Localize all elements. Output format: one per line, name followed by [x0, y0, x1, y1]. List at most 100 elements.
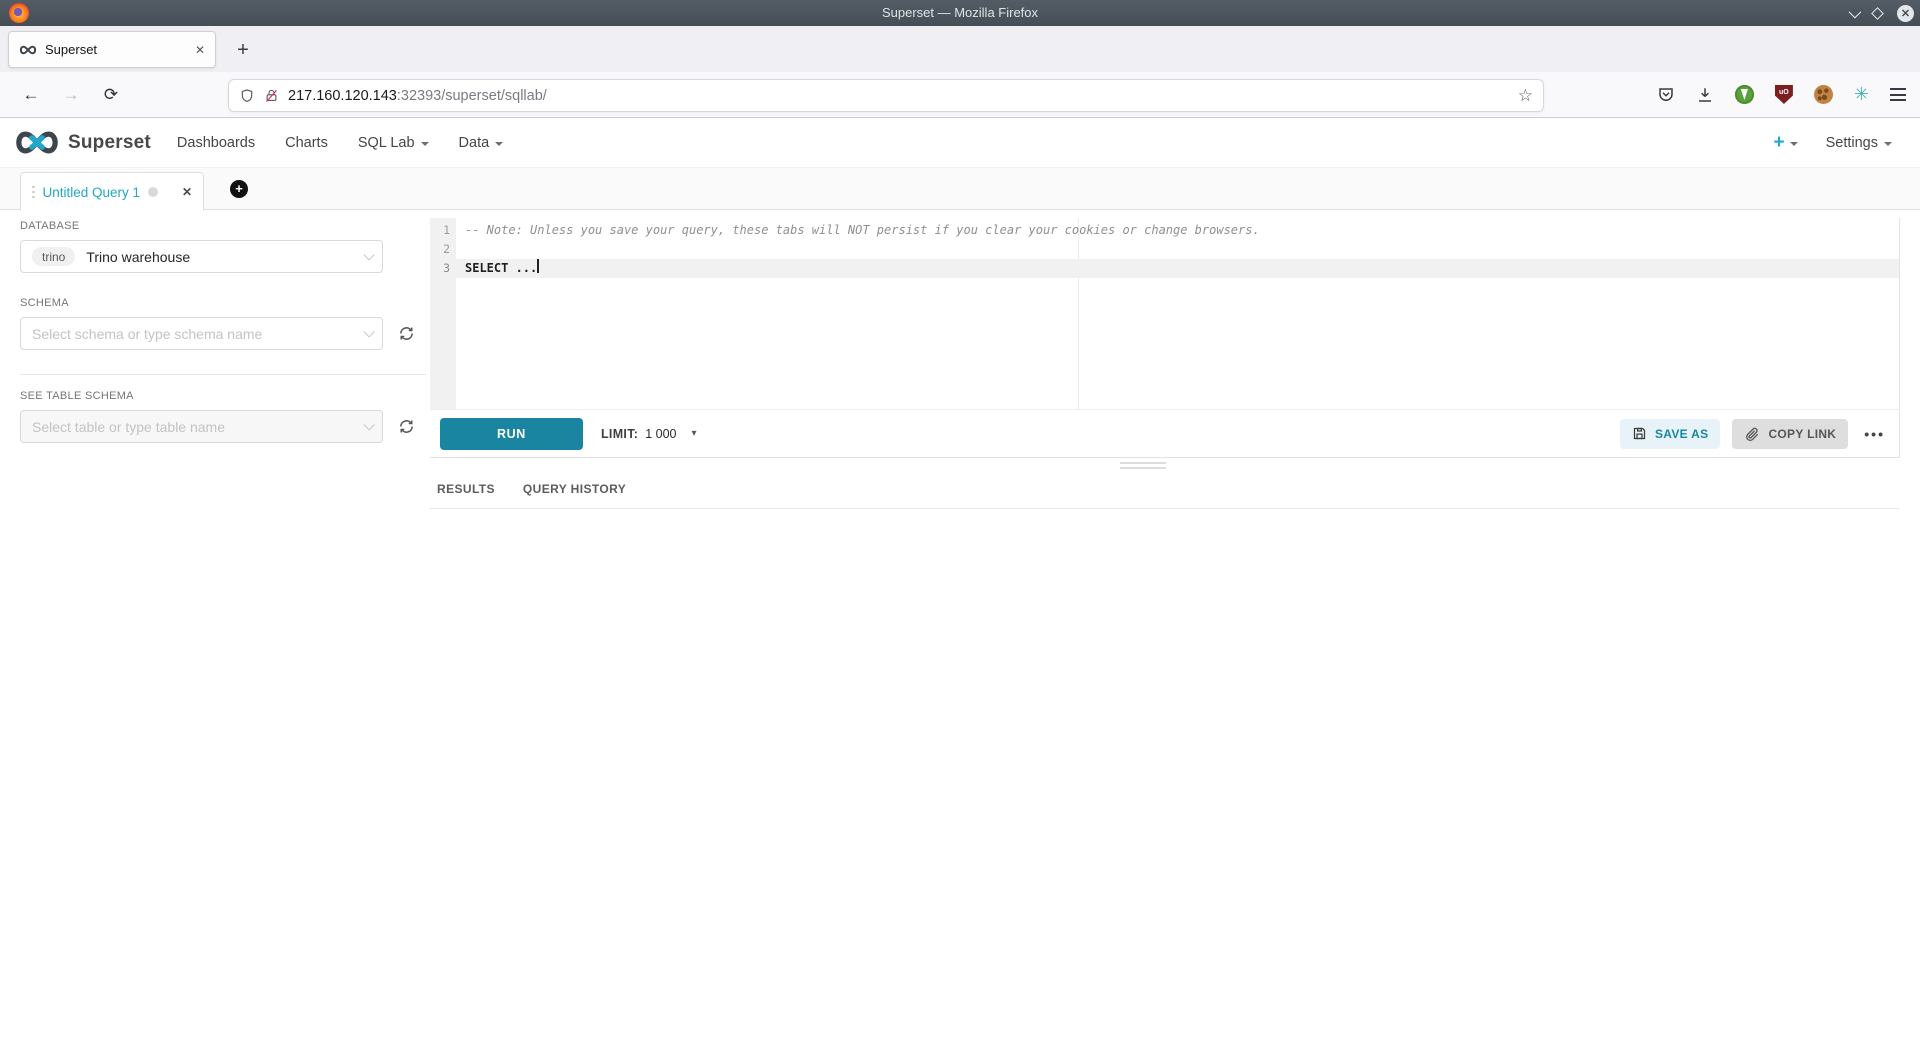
sql-editor-panel: 1 -- Note: Unless you save your query, t… [430, 218, 1900, 458]
editor-toolbar: RUN LIMIT: 1 000 ▾ SAVE AS [430, 409, 1899, 457]
table-placeholder: Select table or type table name [32, 419, 225, 435]
link-icon [1744, 426, 1760, 442]
nav-item-label: Charts [285, 135, 328, 151]
limit-dropdown[interactable]: LIMIT: 1 000 ▾ [601, 427, 697, 441]
database-select[interactable]: trino Trino warehouse [20, 240, 383, 273]
refresh-icon [398, 418, 415, 435]
sql-lab-main: DATABASE trino Trino warehouse SCHEMA Se… [0, 210, 1920, 1042]
asterisk-extension-icon[interactable]: ✳ [1854, 85, 1869, 104]
chevron-down-icon [421, 142, 429, 146]
line-number: 2 [430, 240, 456, 259]
sql-empty-line [456, 240, 465, 259]
chevron-down-icon [1884, 142, 1892, 146]
schema-select[interactable]: Select schema or type schema name [20, 317, 383, 350]
url-host: 217.160.120.143 [288, 88, 397, 104]
cookie-extension-icon[interactable] [1814, 85, 1833, 104]
brand-name: Superset [68, 132, 151, 154]
bookmark-star-icon[interactable]: ☆ [1518, 86, 1533, 106]
new-tab-button[interactable]: + [228, 35, 258, 65]
browser-url-toolbar: ← → ⟳ 217.160.120.143:32393/superset/sql… [0, 72, 1920, 118]
pane-resize-handle[interactable] [1120, 462, 1166, 469]
save-as-button[interactable]: SAVE AS [1620, 419, 1720, 449]
nav-item-dashboards[interactable]: Dashboards [177, 135, 255, 151]
schema-label: SCHEMA [20, 297, 426, 309]
settings-label: Settings [1826, 135, 1878, 151]
nav-item-label: SQL Lab [358, 135, 415, 151]
run-button[interactable]: RUN [440, 418, 583, 450]
line-number: 1 [430, 221, 456, 240]
sql-editor[interactable]: 1 -- Note: Unless you save your query, t… [430, 218, 1899, 409]
close-window-icon[interactable]: ✕ [1897, 5, 1914, 22]
editor-line: 2 [430, 240, 1899, 259]
nav-item-charts[interactable]: Charts [285, 135, 328, 151]
drag-handle-icon[interactable] [32, 186, 35, 199]
pocket-icon[interactable] [1657, 86, 1675, 104]
database-section: DATABASE trino Trino warehouse [20, 220, 426, 273]
save-as-label: SAVE AS [1655, 427, 1708, 441]
url-path: :32393/superset/sqllab/ [397, 88, 547, 104]
query-tab-strip: Untitled Query 1 ✕ + [0, 168, 1920, 210]
schema-placeholder: Select schema or type schema name [32, 326, 262, 342]
schema-section: SCHEMA Select schema or type schema name [20, 297, 426, 350]
table-select[interactable]: Select table or type table name [20, 410, 383, 443]
text-cursor [537, 259, 539, 273]
add-query-tab-button[interactable]: + [230, 180, 248, 198]
minimize-icon[interactable] [1849, 5, 1862, 18]
reload-button[interactable]: ⟳ [96, 80, 126, 110]
query-tab-label: Untitled Query 1 [43, 185, 141, 200]
downloads-icon[interactable] [1696, 86, 1714, 104]
sql-comment: -- Note: Unless you save your query, the… [456, 221, 1260, 240]
query-tab[interactable]: Untitled Query 1 ✕ [20, 172, 204, 211]
superset-navbar: Superset Dashboards Charts SQL Lab Data … [0, 118, 1920, 168]
url-text[interactable]: 217.160.120.143:32393/superset/sqllab/ [288, 88, 1509, 104]
superset-brand[interactable]: Superset [14, 131, 151, 154]
save-icon [1632, 426, 1647, 441]
browser-extension-icons: uO ✳ [1657, 72, 1906, 117]
database-type-badge: trino [32, 247, 75, 266]
chevron-down-icon [1790, 142, 1798, 146]
chevron-down-icon [495, 142, 503, 146]
line-number: 3 [430, 259, 456, 278]
window-titlebar: Superset — Mozilla Firefox ✕ [0, 0, 1920, 26]
navbar-right: + Settings [1773, 133, 1906, 152]
tab-results[interactable]: RESULTS [437, 482, 495, 496]
tab-close-icon[interactable]: ✕ [195, 43, 205, 57]
limit-label: LIMIT: [601, 427, 638, 441]
refresh-schema-button[interactable] [396, 324, 416, 344]
ublock-origin-icon[interactable]: uO [1775, 85, 1793, 104]
new-item-button[interactable]: + [1773, 133, 1797, 152]
maximize-icon[interactable] [1871, 7, 1884, 20]
chevron-down-icon [363, 419, 374, 430]
superset-logo-icon [14, 131, 60, 154]
shield-icon[interactable] [239, 88, 255, 104]
south-pane-divider [430, 508, 1900, 509]
nav-item-sql-lab[interactable]: SQL Lab [358, 135, 429, 151]
copy-link-button[interactable]: COPY LINK [1732, 419, 1848, 449]
copy-link-label: COPY LINK [1768, 427, 1836, 441]
insecure-lock-icon[interactable] [264, 88, 279, 104]
limit-value: 1 000 [645, 427, 676, 441]
database-label: DATABASE [20, 220, 426, 232]
navbar-menu: Dashboards Charts SQL Lab Data [177, 135, 503, 151]
back-button[interactable]: ← [16, 80, 46, 110]
sql-code: SELECT ... [456, 259, 537, 278]
url-bar[interactable]: 217.160.120.143:32393/superset/sqllab/ ☆ [228, 79, 1544, 112]
window-controls: ✕ [1849, 0, 1914, 26]
settings-menu[interactable]: Settings [1826, 135, 1892, 151]
table-schema-section: SEE TABLE SCHEMA Select table or type ta… [20, 390, 426, 443]
south-pane-tabs: RESULTS QUERY HISTORY [437, 482, 626, 496]
editor-toolbar-right: SAVE AS COPY LINK ••• [1620, 419, 1889, 449]
menu-hamburger-icon[interactable] [1890, 88, 1906, 101]
sql-lab-sidebar: DATABASE trino Trino warehouse SCHEMA Se… [20, 220, 426, 467]
editor-line: 1 -- Note: Unless you save your query, t… [430, 221, 1899, 240]
editor-active-line: 3 SELECT ... [430, 259, 1899, 278]
more-actions-button[interactable]: ••• [1860, 426, 1889, 442]
window-title: Superset — Mozilla Firefox [0, 0, 1920, 26]
tab-query-history[interactable]: QUERY HISTORY [523, 482, 626, 496]
nav-item-label: Data [459, 135, 490, 151]
refresh-table-button[interactable] [396, 417, 416, 437]
query-tab-close-icon[interactable]: ✕ [182, 185, 192, 199]
privacy-badger-icon[interactable] [1735, 85, 1754, 104]
nav-item-data[interactable]: Data [459, 135, 504, 151]
browser-tab[interactable]: Superset ✕ [8, 31, 216, 68]
